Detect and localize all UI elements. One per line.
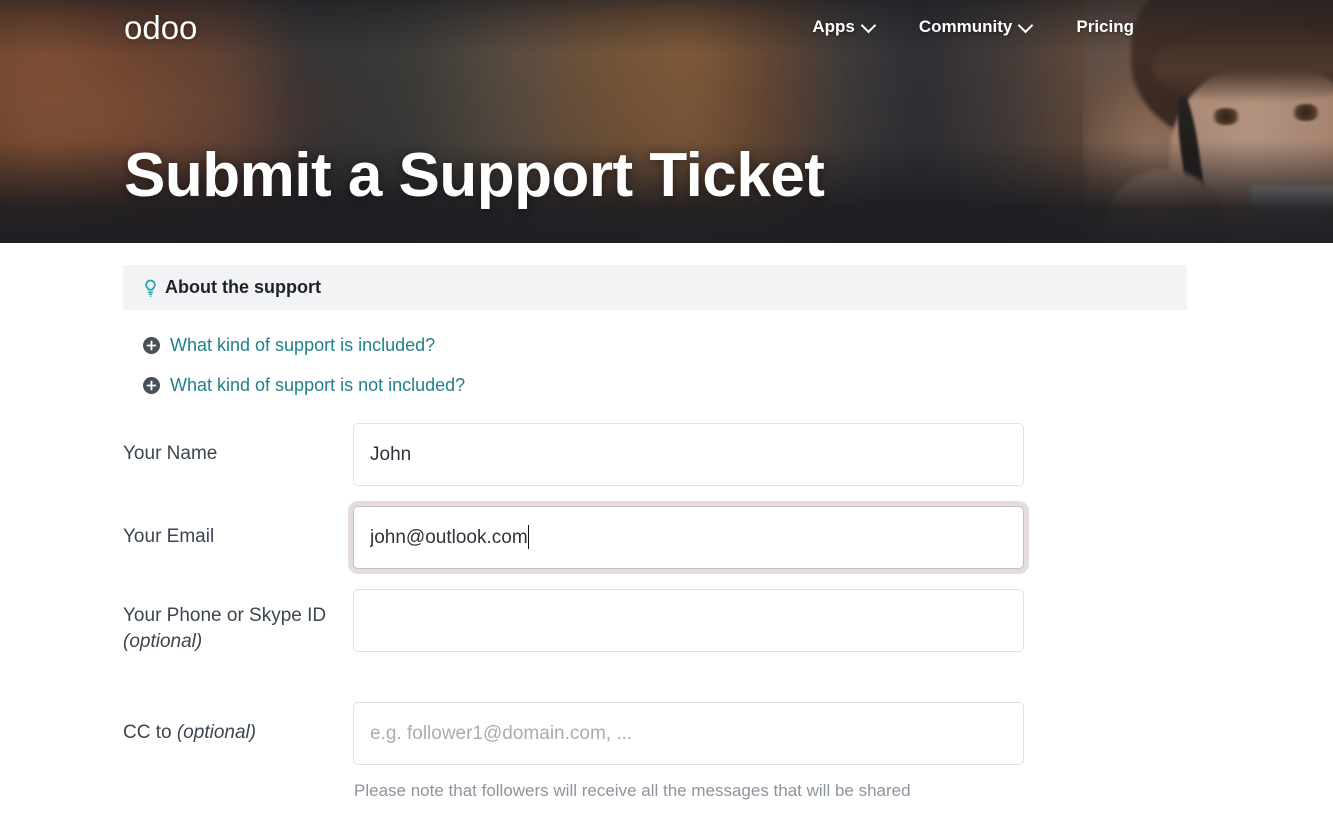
about-support-header: About the support bbox=[123, 265, 1187, 310]
faq-item-label: What kind of support is not included? bbox=[170, 374, 466, 395]
hero-banner: odoo Apps Community Pricing Submit a Sup… bbox=[0, 0, 1333, 243]
phone-skype-label: Your Phone or Skype ID (optional) bbox=[0, 589, 353, 654]
form-row-phone-skype: Your Phone or Skype ID (optional) bbox=[0, 589, 1333, 702]
chevron-down-icon bbox=[1019, 19, 1032, 32]
cc-to-label: CC to (optional) bbox=[0, 702, 353, 746]
nav-item-apps-label: Apps bbox=[812, 17, 855, 36]
your-email-field-wrap bbox=[353, 506, 1024, 569]
cc-to-input[interactable] bbox=[353, 702, 1024, 765]
your-email-label-text: Your Email bbox=[123, 526, 215, 547]
lightbulb-icon bbox=[143, 279, 158, 297]
nav-links: Apps Community Pricing bbox=[812, 17, 1156, 37]
faq-item-label: What kind of support is included? bbox=[170, 335, 436, 355]
about-support-panel: About the support What kind of support i… bbox=[123, 265, 1187, 405]
cc-to-field-wrap: Please note that followers will receive … bbox=[353, 702, 1024, 801]
nav-item-community[interactable]: Community bbox=[897, 17, 1055, 37]
plus-circle-icon bbox=[143, 337, 160, 355]
form-row-your-email: Your Email bbox=[0, 506, 1333, 589]
cc-to-label-text: CC to bbox=[123, 722, 172, 743]
form-row-cc-to: CC to (optional) Please note that follow… bbox=[0, 702, 1333, 801]
faq-list: What kind of support is included? What k… bbox=[123, 310, 1187, 405]
your-name-label-text: Your Name bbox=[123, 443, 218, 464]
phone-skype-label-text: Your Phone or Skype ID bbox=[123, 605, 327, 626]
about-support-title: About the support bbox=[165, 277, 321, 297]
phone-skype-input[interactable] bbox=[353, 589, 1024, 652]
your-name-input[interactable] bbox=[353, 423, 1024, 486]
nav-item-community-label: Community bbox=[918, 17, 1013, 36]
cc-to-optional-text: (optional) bbox=[176, 722, 257, 743]
page-title: Submit a Support Ticket bbox=[124, 141, 825, 210]
nav-item-apps[interactable]: Apps bbox=[812, 17, 897, 37]
support-ticket-form: Your Name Your Email Your Phone or Skype… bbox=[0, 423, 1333, 801]
nav-item-pricing-label: Pricing bbox=[1076, 17, 1134, 36]
text-cursor bbox=[527, 525, 530, 549]
plus-circle-icon bbox=[143, 376, 160, 394]
phone-skype-field-wrap bbox=[353, 589, 1024, 652]
top-navigation: odoo Apps Community Pricing bbox=[0, 0, 1333, 54]
form-row-your-name: Your Name bbox=[0, 423, 1333, 506]
odoo-logo[interactable]: odoo bbox=[124, 11, 197, 44]
chevron-down-icon bbox=[862, 19, 875, 32]
faq-item-support-not-included[interactable]: What kind of support is not included? bbox=[123, 366, 1187, 406]
nav-item-pricing[interactable]: Pricing bbox=[1054, 17, 1156, 37]
your-email-input[interactable] bbox=[353, 506, 1024, 569]
your-name-field-wrap bbox=[353, 423, 1024, 486]
cc-to-help-text: Please note that followers will receive … bbox=[354, 781, 911, 800]
your-name-label: Your Name bbox=[0, 423, 353, 467]
phone-skype-optional-text: (optional) bbox=[123, 630, 203, 652]
your-email-label: Your Email bbox=[0, 506, 353, 550]
faq-item-support-included[interactable]: What kind of support is included? bbox=[123, 326, 1187, 366]
